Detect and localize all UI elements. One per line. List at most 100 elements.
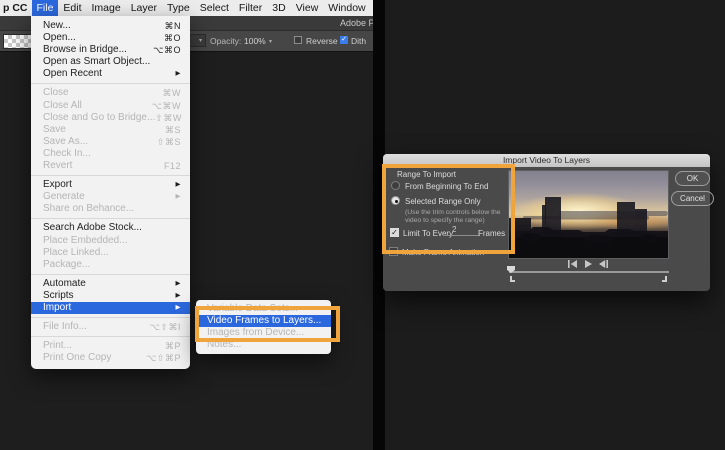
- menu-separator: [31, 317, 190, 318]
- menu-item-label: Print One Copy: [43, 352, 111, 364]
- limit-frames-input[interactable]: [443, 224, 480, 236]
- radio-from-beginning[interactable]: [391, 181, 400, 190]
- file-menu: New... ⌘N Open... ⌘O Browse in Bridge...…: [31, 16, 190, 369]
- menubar-item-window[interactable]: Window: [323, 0, 370, 16]
- menubar-item-layer[interactable]: Layer: [126, 0, 162, 16]
- menu-item-label: Close All: [43, 100, 82, 112]
- submenu-item[interactable]: Images from Device...: [196, 327, 331, 339]
- menu-item-shortcut: ▶: [176, 191, 182, 203]
- menu-separator: [31, 175, 190, 176]
- radio-selected-range[interactable]: [391, 196, 400, 205]
- menu-item-shortcut: ⌘O: [164, 32, 181, 44]
- menu-item[interactable]: Place Linked...: [31, 247, 190, 259]
- radio-selected-range-label[interactable]: Selected Range Only: [405, 197, 481, 206]
- menu-item-shortcut: ⇧⌘W: [155, 112, 182, 124]
- menubar-item-edit[interactable]: Edit: [58, 0, 86, 16]
- limit-checkbox[interactable]: ✓: [390, 228, 399, 237]
- opacity-chevron-icon[interactable]: ▾: [269, 38, 272, 45]
- menubar-item-3d[interactable]: 3D: [267, 0, 290, 16]
- menu-item-label: Place Linked...: [43, 247, 109, 259]
- menu-item-shortcut: ⌥⌘W: [152, 100, 181, 112]
- menu-item-shortcut: ▶: [176, 290, 182, 302]
- menu-item[interactable]: Open Recent ▶: [31, 68, 190, 80]
- submenu-item-label: Video Frames to Layers...: [207, 315, 321, 327]
- menu-item[interactable]: Place Embedded...: [31, 235, 190, 247]
- menu-item[interactable]: Search Adobe Stock...: [31, 222, 190, 234]
- reverse-label: Reverse: [306, 36, 338, 46]
- menu-item-label: Close and Go to Bridge...: [43, 112, 155, 124]
- submenu-item-label: Variable Data Sets...: [207, 303, 298, 315]
- menu-item[interactable]: New... ⌘N: [31, 20, 190, 32]
- cancel-button[interactable]: Cancel: [671, 191, 714, 206]
- reverse-checkbox[interactable]: [294, 36, 302, 44]
- range-helper-line1: (Use the trim controls below the: [405, 209, 501, 217]
- menu-item[interactable]: Save ⌘S: [31, 124, 190, 136]
- menu-separator: [31, 336, 190, 337]
- menu-item[interactable]: Scripts ▶: [31, 290, 190, 302]
- submenu-item[interactable]: Notes...: [196, 339, 331, 351]
- trim-end-marker[interactable]: [665, 276, 667, 282]
- menu-item[interactable]: Revert F12: [31, 160, 190, 172]
- menubar-item-image[interactable]: Image: [87, 0, 126, 16]
- radio-from-beginning-label[interactable]: From Beginning To End: [405, 182, 488, 191]
- ok-button[interactable]: OK: [675, 171, 710, 186]
- dither-checkbox[interactable]: ✓: [340, 36, 348, 44]
- submenu-item[interactable]: Video Frames to Layers...: [196, 315, 331, 327]
- menu-item[interactable]: Print... ⌘P: [31, 340, 190, 352]
- menu-item-label: Revert: [43, 160, 72, 172]
- menu-item-label: File Info...: [43, 321, 87, 333]
- menu-item[interactable]: Browse in Bridge... ⌥⌘O: [31, 44, 190, 56]
- menu-item-label: Open as Smart Object...: [43, 56, 150, 68]
- dither-label-partial: Dith: [351, 36, 366, 46]
- menubar-item-filter[interactable]: Filter: [234, 0, 267, 16]
- menu-item[interactable]: Save As... ⇧⌘S: [31, 136, 190, 148]
- play-icon: [585, 260, 592, 268]
- menu-item-shortcut: ⌘W: [163, 87, 182, 99]
- menu-item[interactable]: Check In...: [31, 148, 190, 160]
- menu-item[interactable]: File Info... ⌥⇧⌘I: [31, 321, 190, 333]
- app-name-partial: p CC: [0, 2, 32, 14]
- opacity-value[interactable]: 100%: [244, 36, 266, 46]
- menu-item[interactable]: Print One Copy ⌥⇧⌘P: [31, 352, 190, 364]
- menu-item-label: Package...: [43, 259, 90, 271]
- menu-item-shortcut: ⌘P: [165, 340, 181, 352]
- menu-item[interactable]: Generate ▶: [31, 191, 190, 203]
- make-frame-animation-label: Make Frame Animation: [402, 248, 484, 257]
- trim-slider-track[interactable]: [509, 271, 669, 273]
- import-submenu: Variable Data Sets... Video Frames to La…: [196, 300, 331, 354]
- step-back-icon: [568, 260, 570, 268]
- menu-item[interactable]: Share on Behance...: [31, 203, 190, 215]
- menu-item[interactable]: Close ⌘W: [31, 87, 190, 99]
- menubar-item-file[interactable]: File: [32, 0, 59, 16]
- dialog-title: Import Video To Layers: [383, 154, 710, 167]
- menu-item[interactable]: Automate ▶: [31, 278, 190, 290]
- make-frame-animation-checkbox[interactable]: [389, 247, 398, 256]
- menu-item[interactable]: Import ▶: [31, 302, 190, 314]
- menu-item-label: Save: [43, 124, 66, 136]
- opacity-label: Opacity:: [210, 36, 241, 46]
- menu-item-label: Print...: [43, 340, 72, 352]
- screenshot-root: p CC File Edit Image Layer Type Select F…: [0, 0, 725, 450]
- menu-item-label: Generate: [43, 191, 85, 203]
- menu-item[interactable]: Close and Go to Bridge... ⇧⌘W: [31, 112, 190, 124]
- menu-item-label: Automate: [43, 278, 86, 290]
- menu-item-shortcut: ⇧⌘S: [157, 136, 181, 148]
- menubar-item-select[interactable]: Select: [195, 0, 234, 16]
- menu-item-label: Export: [43, 179, 72, 191]
- playback-controls[interactable]: [566, 260, 610, 268]
- menu-item[interactable]: Close All ⌥⌘W: [31, 100, 190, 112]
- menu-separator: [31, 83, 190, 84]
- menu-item[interactable]: Package...: [31, 259, 190, 271]
- submenu-item[interactable]: Variable Data Sets...: [196, 303, 331, 315]
- menubar-item-type[interactable]: Type: [162, 0, 195, 16]
- menu-item-shortcut: ⌥⇧⌘I: [150, 321, 181, 333]
- menubar-item-view[interactable]: View: [291, 0, 324, 16]
- menu-separator: [31, 218, 190, 219]
- menu-item[interactable]: Open... ⌘O: [31, 32, 190, 44]
- menu-item[interactable]: Open as Smart Object...: [31, 56, 190, 68]
- menu-item-label: Save As...: [43, 136, 88, 148]
- frames-label: Frames: [478, 229, 505, 238]
- menu-item[interactable]: Export ▶: [31, 179, 190, 191]
- menu-item-label: New...: [43, 20, 71, 32]
- trim-start-marker[interactable]: [510, 276, 512, 282]
